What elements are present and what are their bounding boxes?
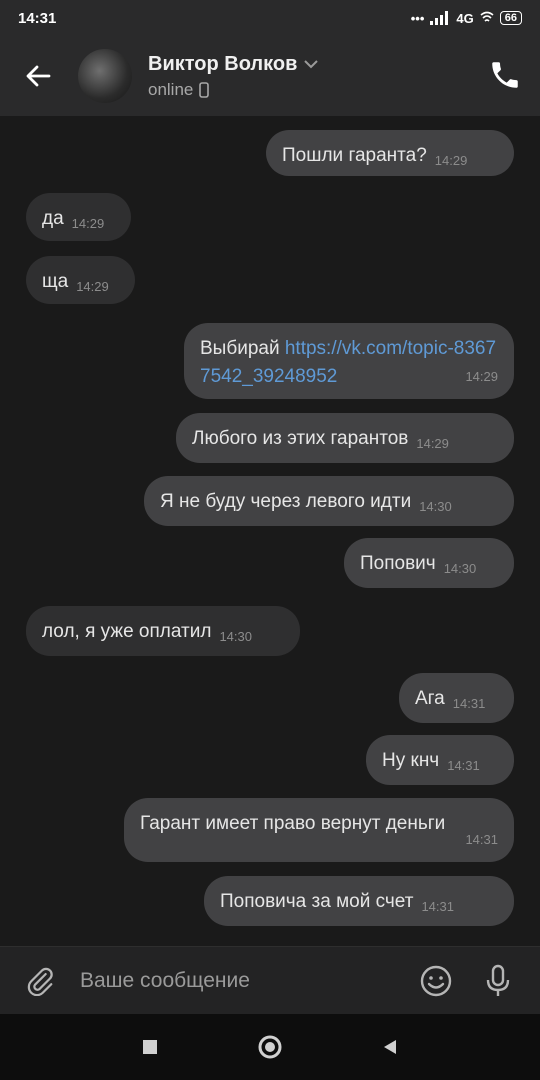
microphone-icon <box>486 964 510 996</box>
chat-header: Виктор Волков online <box>0 36 540 116</box>
battery-icon: 66 <box>499 11 522 25</box>
message-text: Поповича за мой счет <box>220 891 414 912</box>
status-icons: ••• 4G 66 <box>411 11 522 26</box>
message-bubble[interactable]: Попович 14:30 <box>344 538 514 588</box>
message-time: 14:31 <box>447 758 480 773</box>
message-time: 14:31 <box>465 832 498 847</box>
message-bubble[interactable]: Ага 14:31 <box>399 673 514 723</box>
status-time: 14:31 <box>18 9 57 27</box>
contact-status: online <box>148 79 194 99</box>
message-time: 14:29 <box>416 436 449 451</box>
contact-title[interactable]: Виктор Волков online <box>148 53 319 100</box>
message-text: Ага <box>415 688 445 709</box>
network-label: 4G <box>456 10 474 26</box>
back-button[interactable] <box>18 56 58 96</box>
wifi-icon <box>480 11 494 22</box>
paperclip-icon <box>27 967 53 996</box>
message-time: 14:30 <box>419 499 452 514</box>
circle-home-icon <box>258 1035 282 1059</box>
mobile-device-icon <box>199 81 210 98</box>
call-button[interactable] <box>488 58 522 92</box>
avatar[interactable] <box>78 49 132 103</box>
attach-button[interactable] <box>20 961 60 1001</box>
message-text: да <box>42 208 64 229</box>
message-text: лол, я уже оплатил <box>42 621 212 642</box>
status-bar: 14:31 ••• 4G 66 <box>0 0 540 36</box>
message-time: 14:30 <box>443 561 477 576</box>
message-text: Ну кнч <box>382 750 440 771</box>
message-bubble[interactable]: Я не буду через левого идти 14:30 <box>144 476 514 526</box>
message-time: 14:29 <box>71 216 105 231</box>
message-time: 14:29 <box>434 153 468 168</box>
message-text: Любого из этих гарантов <box>192 428 409 449</box>
back-arrow-icon <box>26 65 51 87</box>
phone-icon <box>492 62 518 88</box>
message-bubble[interactable]: Ну кнч 14:31 <box>366 735 514 785</box>
message-text: Гарант имеет право вернут деньги <box>140 813 446 834</box>
triangle-back-icon <box>384 1040 396 1054</box>
message-time: 14:29 <box>76 279 109 294</box>
emoji-button[interactable] <box>416 961 456 1001</box>
message-time: 14:31 <box>452 696 486 711</box>
more-dots-icon: ••• <box>410 10 425 26</box>
message-bubble[interactable]: ща 14:29 <box>26 256 135 304</box>
message-text: Выбирай <box>200 338 285 359</box>
message-bubble[interactable]: Поповича за мой счет 14:31 <box>204 876 514 926</box>
system-back-button[interactable] <box>375 1032 405 1062</box>
message-bubble[interactable]: Гарант имеет право вернут деньги 14:31 <box>124 798 514 862</box>
message-text: Попович <box>360 553 436 574</box>
signal-icon <box>430 11 449 25</box>
recents-button[interactable] <box>135 1032 165 1062</box>
emoji-icon <box>420 965 452 997</box>
contact-name: Виктор Волков <box>148 52 298 75</box>
square-recents-icon <box>143 1040 157 1054</box>
message-time: 14:31 <box>421 899 454 914</box>
message-text: Я не буду через левого идти <box>160 491 412 512</box>
message-composer <box>0 946 540 1014</box>
home-button[interactable] <box>255 1032 285 1062</box>
message-text: Пошли гаранта? <box>282 145 427 166</box>
message-bubble[interactable]: Пошли гаранта? 14:29 <box>266 130 514 176</box>
system-nav-bar <box>0 1014 540 1080</box>
message-bubble[interactable]: Выбирай https://vk.com/topic-83677542_39… <box>184 323 514 399</box>
message-time: 14:30 <box>219 629 252 644</box>
chevron-down-icon <box>304 60 319 69</box>
message-input[interactable] <box>78 959 402 1002</box>
message-bubble[interactable]: Любого из этих гарантов 14:29 <box>176 413 514 463</box>
message-bubble[interactable]: лол, я уже оплатил 14:30 <box>26 606 300 656</box>
message-list[interactable]: Пошли гаранта? 14:29 да 14:29 ща 14:29 Выби… <box>0 116 540 946</box>
message-time: 14:29 <box>465 369 498 384</box>
voice-message-button[interactable] <box>478 961 518 1001</box>
message-text: ща <box>42 271 69 292</box>
message-bubble[interactable]: да 14:29 <box>26 193 131 241</box>
